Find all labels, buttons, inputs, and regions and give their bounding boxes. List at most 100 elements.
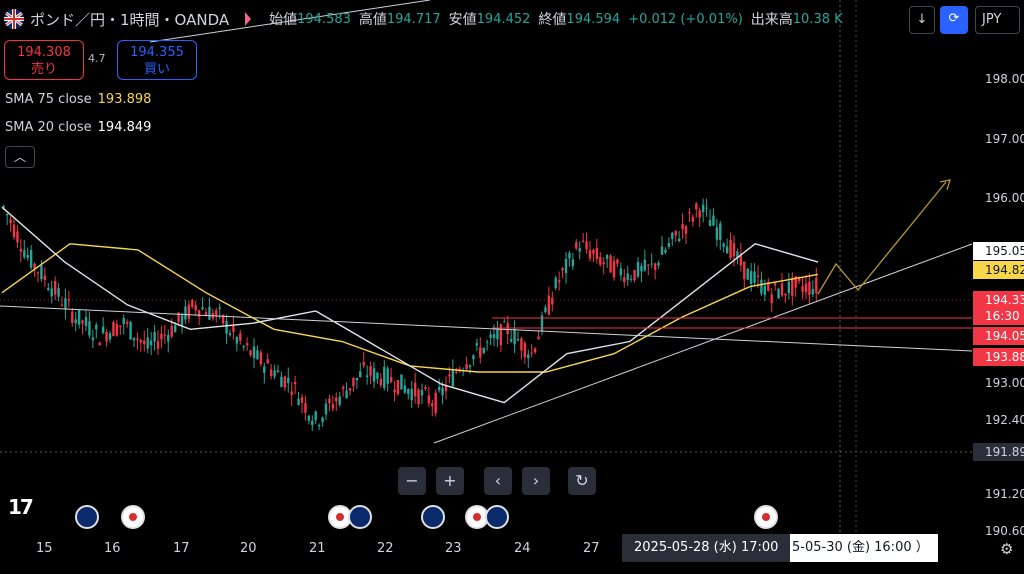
tradingview-logo[interactable]: 17 — [8, 495, 34, 519]
candle-body — [57, 288, 60, 297]
candle-body — [341, 386, 345, 389]
event-jp-flag-icon[interactable] — [754, 505, 778, 529]
candle-body — [321, 417, 324, 423]
candle-body — [335, 397, 338, 402]
candle-body — [71, 311, 74, 323]
candle-body — [451, 370, 455, 387]
reset-chart-button[interactable]: ↻ — [568, 467, 596, 495]
candle-body — [763, 285, 767, 295]
price-axis-tag: 191.89 — [973, 443, 1024, 461]
candle-body — [170, 325, 173, 337]
candle-body — [437, 386, 441, 391]
price-chart[interactable] — [0, 0, 1024, 574]
zoom-in-button[interactable]: + — [436, 467, 464, 495]
scroll-right-button[interactable]: › — [522, 467, 550, 495]
candle-body — [263, 366, 266, 373]
indicator-sma75[interactable]: SMA 75 close 193.898 — [5, 92, 151, 107]
time-axis-label: 22 — [377, 541, 394, 556]
candle-body — [225, 321, 228, 334]
candle-body — [554, 277, 557, 289]
download-button[interactable]: ↓ — [909, 6, 935, 34]
time-axis-label: 23 — [445, 541, 462, 556]
candle-body — [328, 398, 331, 404]
price-axis-tick: 196.00 — [985, 191, 1024, 205]
candle-body — [472, 355, 475, 360]
price-axis-tick: 192.40 — [985, 413, 1024, 427]
candle-body — [557, 280, 561, 283]
candle-body — [50, 288, 53, 297]
currency-selector[interactable]: JPY — [975, 6, 1020, 34]
candle-body — [369, 365, 372, 376]
candle-body — [602, 262, 605, 265]
candle-body — [804, 283, 808, 293]
candle-body — [746, 268, 749, 280]
candle-body — [815, 277, 818, 294]
market-status-icon — [245, 12, 252, 26]
candle-body — [592, 249, 595, 254]
candle-body — [355, 377, 359, 381]
candle-body — [657, 262, 660, 266]
candle-body — [427, 395, 431, 404]
event-jp-flag-icon[interactable] — [121, 505, 145, 529]
candle-body — [616, 259, 619, 264]
event-uk-flag-icon[interactable] — [485, 505, 509, 529]
candle-body — [218, 307, 221, 309]
candle-body — [232, 325, 235, 332]
event-uk-flag-icon[interactable] — [348, 505, 372, 529]
candle-body — [413, 382, 417, 397]
candle-body — [112, 322, 115, 337]
candle-body — [160, 333, 163, 340]
candle-body — [530, 352, 533, 354]
candle-body — [81, 320, 84, 324]
price-axis-tag: 194.05 — [973, 327, 1024, 345]
uk-flag-icon — [4, 9, 24, 29]
candle-body — [331, 404, 335, 409]
candle-body — [674, 230, 677, 236]
refresh-button[interactable]: ⟳ — [940, 6, 968, 34]
candle-body — [119, 325, 122, 327]
candle-body — [139, 340, 143, 343]
zoom-out-button[interactable]: − — [398, 467, 426, 495]
sma20-line — [1, 206, 819, 404]
candle-body — [516, 338, 520, 341]
candle-body — [496, 329, 499, 340]
candle-body — [77, 309, 81, 325]
sell-button[interactable]: 194.308 売り — [4, 40, 84, 80]
high-value: 194.717 — [386, 11, 441, 27]
scroll-left-button[interactable]: ‹ — [484, 467, 512, 495]
event-uk-flag-icon[interactable] — [421, 505, 445, 529]
candle-body — [314, 411, 317, 421]
candle-body — [537, 336, 540, 340]
collapse-indicators-button[interactable]: ︿ — [5, 146, 35, 168]
candle-body — [520, 338, 523, 351]
settings-gear-icon[interactable]: ⚙ — [1000, 540, 1013, 558]
candle-body — [26, 254, 29, 258]
candle-body — [660, 246, 664, 255]
candle-body — [239, 333, 242, 341]
candle-body — [509, 338, 513, 342]
candle-body — [64, 298, 67, 309]
candle-body — [101, 326, 105, 333]
candle-body — [595, 247, 599, 259]
candle-body — [290, 391, 293, 395]
candle-body — [280, 376, 283, 388]
candle-body — [482, 347, 485, 353]
indicator-sma20[interactable]: SMA 20 close 194.849 — [5, 120, 151, 135]
candle-body — [245, 343, 249, 346]
candle-body — [626, 273, 629, 280]
candle-body — [283, 376, 287, 388]
symbol-title[interactable]: ポンド／円・1時間・OANDA — [30, 9, 229, 30]
candle-body — [393, 389, 396, 393]
candle-body — [287, 377, 290, 384]
time-axis-label: 15 — [36, 541, 53, 556]
buy-price: 194.355 — [130, 45, 184, 60]
buy-button[interactable]: 194.355 買い — [117, 40, 197, 80]
candle-body — [640, 266, 643, 272]
candle-body — [677, 238, 681, 242]
candle-body — [91, 337, 95, 341]
low-label: 安値 — [448, 12, 477, 28]
symbol-header: ポンド／円・1時間・OANDA 始値 194.583 高値 194.717 安値 19… — [4, 8, 843, 30]
event-uk-flag-icon[interactable] — [75, 505, 99, 529]
candle-body — [780, 283, 784, 296]
candle-body — [297, 398, 300, 405]
